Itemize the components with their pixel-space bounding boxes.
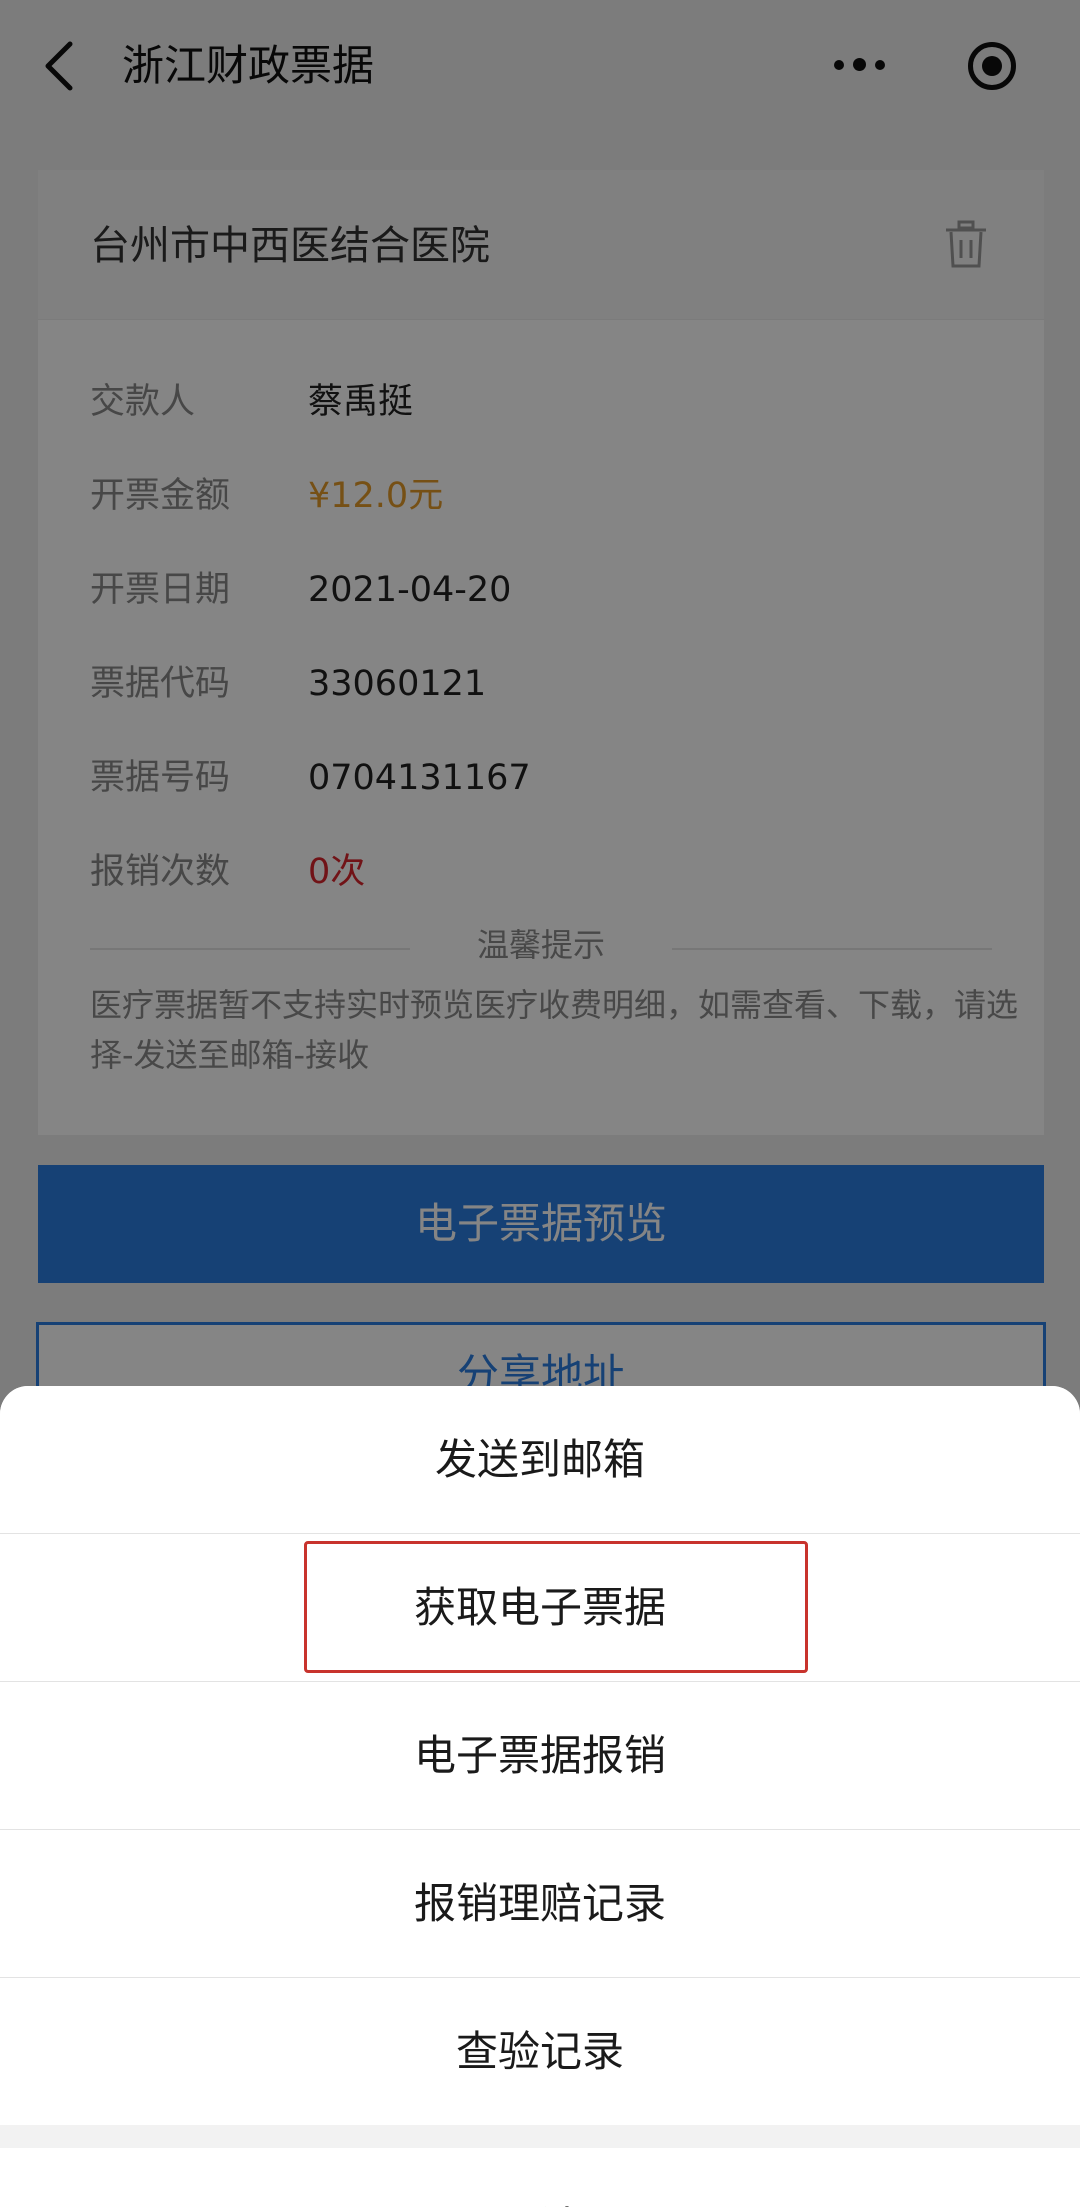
cancel-button[interactable]: 取消 <box>0 2148 1080 2207</box>
page: 浙江财政票据 台州市中西医结合医院 交款人 蔡禹挺 开票金额 ¥12.0元 开票… <box>0 0 1080 2207</box>
highlight-annotation-box <box>304 1541 808 1673</box>
verification-records-item[interactable]: 查验记录 <box>0 1978 1080 2125</box>
e-invoice-reimburse-item[interactable]: 电子票据报销 <box>0 1682 1080 1829</box>
send-to-email-item[interactable]: 发送到邮箱 <box>0 1386 1080 1533</box>
reimburse-claim-records-item[interactable]: 报销理赔记录 <box>0 1830 1080 1977</box>
action-sheet: 发送到邮箱 获取电子票据 电子票据报销 报销理赔记录 查验记录 取消 <box>0 1386 1080 2207</box>
